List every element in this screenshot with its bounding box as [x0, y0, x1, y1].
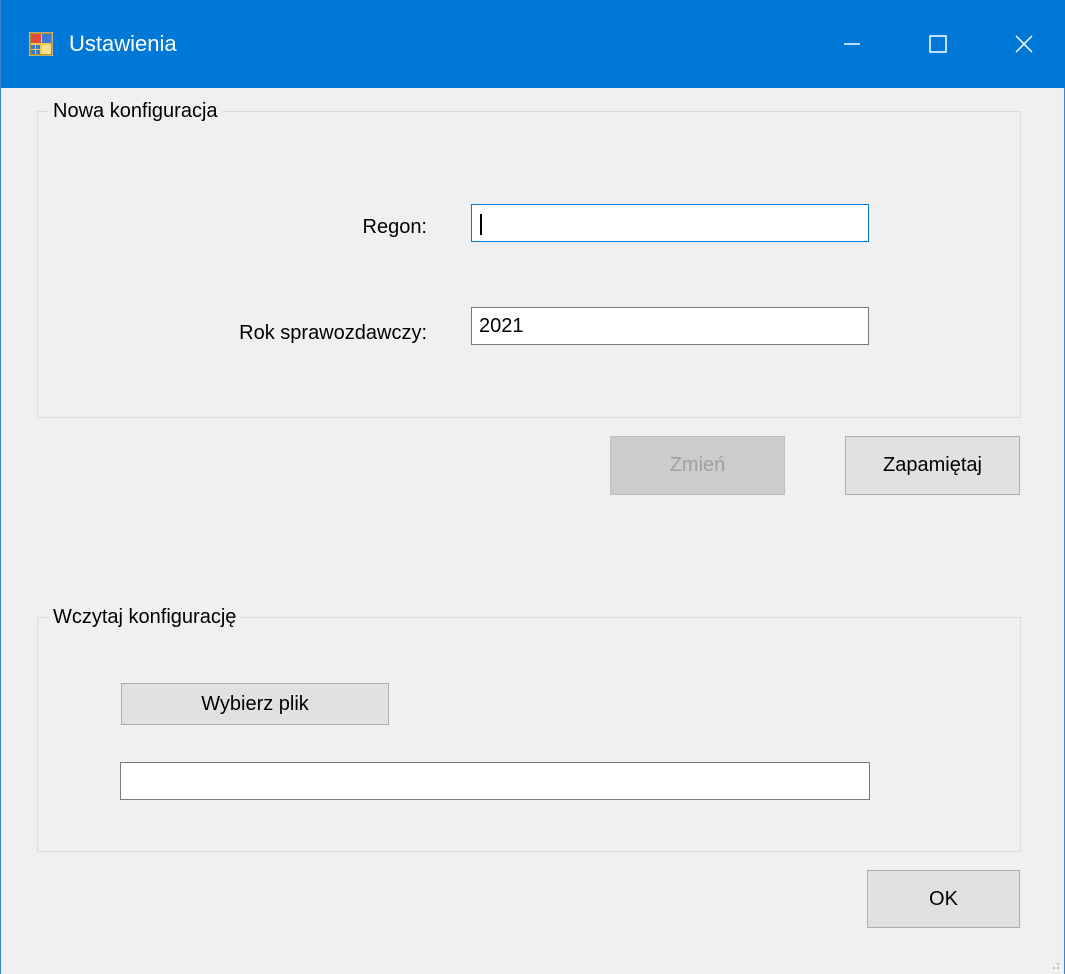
- minimize-button[interactable]: [809, 0, 895, 88]
- maximize-button[interactable]: [895, 0, 981, 88]
- close-button[interactable]: [981, 0, 1065, 88]
- ok-button[interactable]: OK: [867, 870, 1020, 928]
- file-path-input[interactable]: [120, 762, 870, 800]
- close-icon: [1015, 35, 1033, 53]
- new-config-group-label: Nowa konfiguracja: [49, 98, 222, 124]
- title-bar[interactable]: Ustawienia: [1, 0, 1065, 88]
- save-button[interactable]: Zapamiętaj: [845, 436, 1020, 495]
- choose-file-button[interactable]: Wybierz plik: [121, 683, 389, 725]
- settings-window: Ustawienia Nowa konfiguracja Regon: Rok …: [0, 0, 1065, 974]
- load-config-group: [37, 617, 1021, 852]
- maximize-icon: [929, 35, 947, 53]
- minimize-icon: [844, 43, 860, 45]
- load-config-group-label: Wczytaj konfigurację: [49, 604, 241, 630]
- app-window-icon: [29, 32, 53, 56]
- window-title: Ustawienia: [69, 31, 177, 56]
- change-button[interactable]: Zmień: [610, 436, 785, 495]
- year-input[interactable]: 2021: [471, 307, 869, 345]
- year-value: 2021: [479, 315, 524, 337]
- year-label: Rok sprawozdawczy:: [239, 322, 427, 344]
- regon-input[interactable]: [471, 204, 869, 242]
- regon-label: Regon:: [362, 216, 428, 238]
- new-config-group: [37, 111, 1021, 418]
- resize-grip-icon[interactable]: [1052, 962, 1060, 970]
- text-caret: [480, 214, 482, 235]
